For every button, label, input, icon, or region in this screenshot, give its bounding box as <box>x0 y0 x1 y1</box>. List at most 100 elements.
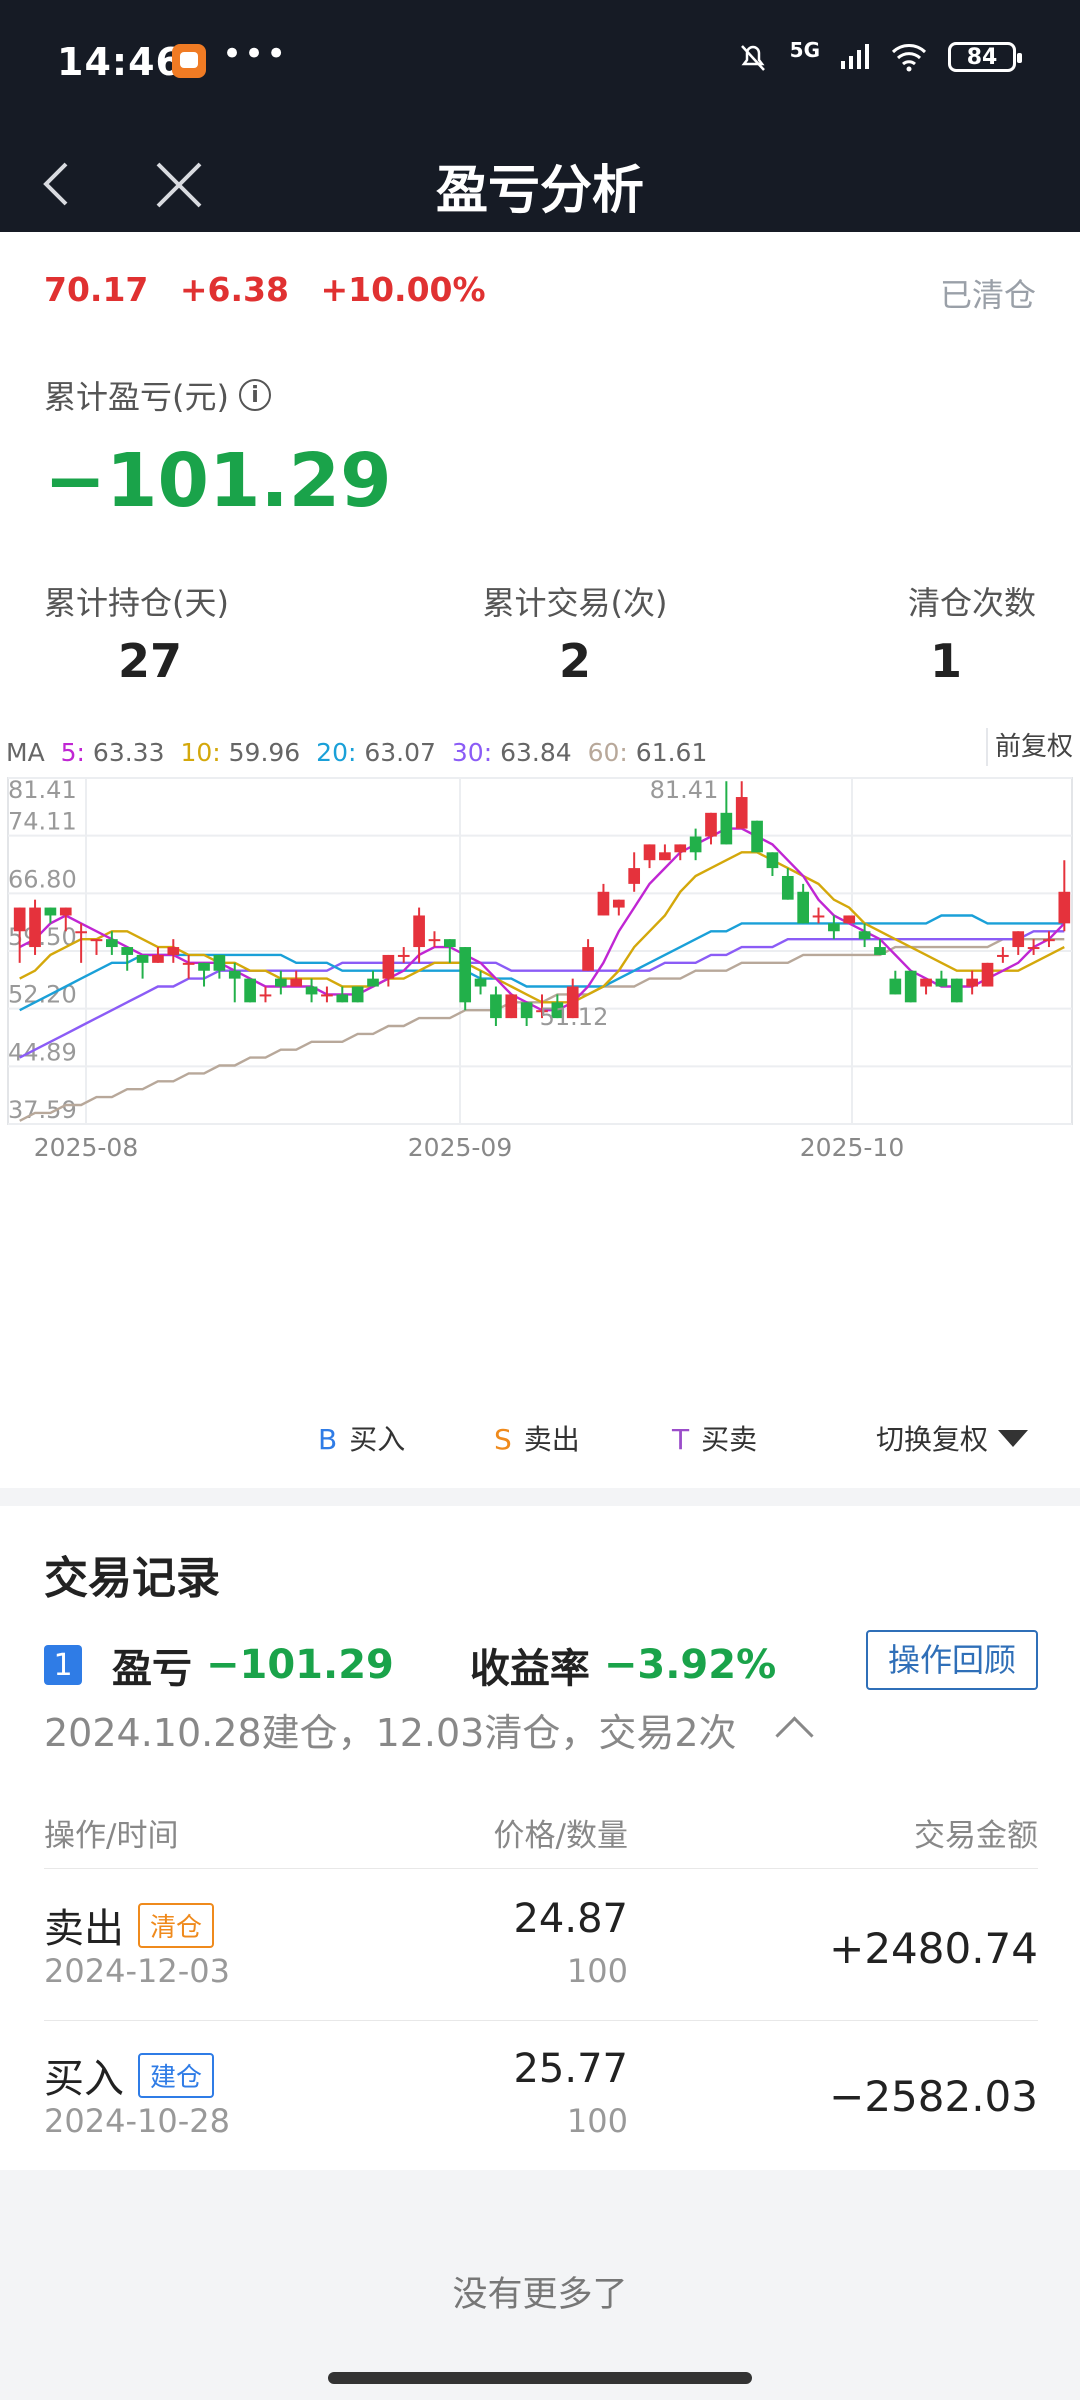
candle-body <box>612 899 625 908</box>
candle-body <box>720 812 733 845</box>
clear-tag: 清仓 <box>138 1902 215 1948</box>
candle-body <box>182 962 195 965</box>
ma20-item: 20: 63.07 <box>316 738 436 767</box>
ma20-key: 20: <box>316 738 357 767</box>
app-notification-icon <box>172 44 206 78</box>
trade-qty: 100 <box>566 1952 628 1990</box>
holding-days-value: 27 <box>118 634 183 688</box>
x-tick-label: 2025-10 <box>800 1133 904 1162</box>
signal-icon <box>841 44 869 69</box>
record-pnl-value: −101.29 <box>206 1642 394 1688</box>
header-op-time: 操作/时间 <box>44 1818 179 1854</box>
battery-icon: 84 <box>948 42 1022 72</box>
trade-date: 2024-10-28 <box>44 2102 230 2140</box>
candle-body <box>520 1002 533 1019</box>
candle-body <box>397 954 410 957</box>
chevron-up-icon <box>774 1716 814 1755</box>
holding-days-stat: 累计持仓(天) 27 <box>44 578 244 688</box>
cumulative-pnl-label: 累计盈亏(元) i <box>44 372 271 418</box>
legend-trade-label: 买卖 <box>701 1423 758 1456</box>
ma30-key: 30: <box>451 738 493 767</box>
info-icon[interactable]: i <box>238 379 271 411</box>
candle-body <box>1043 939 1055 942</box>
section-title: 交易记录 <box>44 1553 220 1604</box>
trade-count-label: 累计交易(次) <box>482 584 668 622</box>
adjust-type-label[interactable]: 前复权 <box>986 728 1080 766</box>
trade-records-card: 交易记录 1 盈亏 −101.29 收益率 −3.92% 操作回顾 2024.1… <box>0 1506 1080 2170</box>
candle-body <box>858 931 871 940</box>
low-annotation: 51.12 <box>540 1003 609 1031</box>
record-yield-value: −3.92% <box>603 1642 777 1688</box>
candle-body <box>966 978 978 987</box>
candle-body <box>659 852 671 861</box>
candle-body <box>167 947 180 955</box>
position-status: 已清仓 <box>939 276 1036 314</box>
trade-count-stat: 累计交易(次) 2 <box>470 578 680 688</box>
mute-bell-icon <box>740 45 765 71</box>
switch-adjust-button[interactable]: 切换复权 <box>876 1418 1028 1458</box>
page-title: 盈亏分析 <box>435 161 644 221</box>
candle-body <box>29 907 41 948</box>
ma10-value: 59.96 <box>228 738 301 767</box>
nav-bar: 盈亏分析 <box>0 128 1080 232</box>
price-change: +6.38 <box>179 270 289 309</box>
candle-body <box>828 923 840 932</box>
candle-body <box>305 986 318 995</box>
y-tick-label: 37.59 <box>8 1096 77 1124</box>
candle-body <box>781 875 794 900</box>
candle-body <box>689 836 702 853</box>
operation-review-button[interactable]: 操作回顾 <box>866 1630 1038 1690</box>
candle-body <box>981 962 994 987</box>
pnl-summary-card: 70.17 +6.38 +10.00% 已清仓 累计盈亏(元) i −101.2… <box>0 232 1080 1488</box>
legend-sell-label: 卖出 <box>523 1423 580 1456</box>
candle-body <box>735 797 748 829</box>
legend-buy: B 买入 <box>318 1418 405 1458</box>
wifi-icon <box>891 44 927 72</box>
record-summary-toggle[interactable]: 2024.10.28建仓，12.03清仓，交易2次 <box>44 1702 814 1757</box>
header-price-qty: 价格/数量 <box>493 1818 628 1854</box>
candlestick-chart[interactable]: 81.41 74.11 66.80 59.50 52.20 44.89 37.59 2025-… <box>0 766 1080 1296</box>
x-tick-label: 2025-08 <box>34 1133 138 1162</box>
trade-row-op: 卖出 清仓 <box>44 1896 215 1954</box>
record-index-badge: 1 <box>44 1645 82 1685</box>
clear-count-stat: 清仓次数 1 <box>856 578 1036 688</box>
x-tick-label: 2025-09 <box>408 1133 512 1162</box>
trade-amount: +2480.74 <box>829 1924 1038 1973</box>
legend-trade-letter: T <box>672 1423 690 1456</box>
candle-body <box>136 954 149 963</box>
home-indicator[interactable] <box>328 2372 752 2384</box>
candle-body <box>812 915 825 918</box>
y-tick-label: 44.89 <box>8 1038 77 1066</box>
candle-body <box>443 939 456 948</box>
candle-body <box>290 978 303 987</box>
record-summary-row: 1 盈亏 −101.29 收益率 −3.92% <box>44 1636 776 1694</box>
candle-body <box>152 954 164 963</box>
candle-body <box>920 978 932 987</box>
ma30-item: 30: 63.84 <box>452 738 572 767</box>
holding-days-label: 累计持仓(天) <box>44 584 229 622</box>
ma-prefix: MA <box>6 738 45 767</box>
ma5-key: 5: <box>60 738 85 767</box>
candlestick-chart-svg: 81.4174.1166.8059.5052.2044.8937.592025-… <box>7 776 1073 1162</box>
candle-body <box>766 852 779 869</box>
candle-body <box>459 947 472 1003</box>
candle-body <box>382 954 395 979</box>
candle-body <box>75 931 87 934</box>
y-tick-label: 66.80 <box>8 865 77 893</box>
candle-body <box>997 954 1009 957</box>
candle-body <box>351 986 364 1003</box>
candle-body <box>13 907 26 932</box>
last-price: 70.17 <box>44 270 149 309</box>
candle-body <box>336 994 349 1003</box>
ma60-item: 60: 61.61 <box>588 738 708 767</box>
ma10-key: 10: <box>180 738 221 767</box>
trade-row-op: 买入 建仓 <box>44 2046 215 2104</box>
price-change-pct: +10.00% <box>320 270 486 309</box>
price-row: 70.17 +6.38 +10.00% <box>44 270 506 309</box>
candle-body <box>275 978 287 987</box>
candle-body <box>59 907 72 916</box>
switch-adjust-label: 切换复权 <box>875 1423 988 1456</box>
ma20-value: 63.07 <box>364 738 436 767</box>
dropdown-triangle-icon <box>998 1429 1028 1447</box>
record-summary-text: 2024.10.28建仓，12.03清仓，交易2次 <box>44 1711 737 1755</box>
